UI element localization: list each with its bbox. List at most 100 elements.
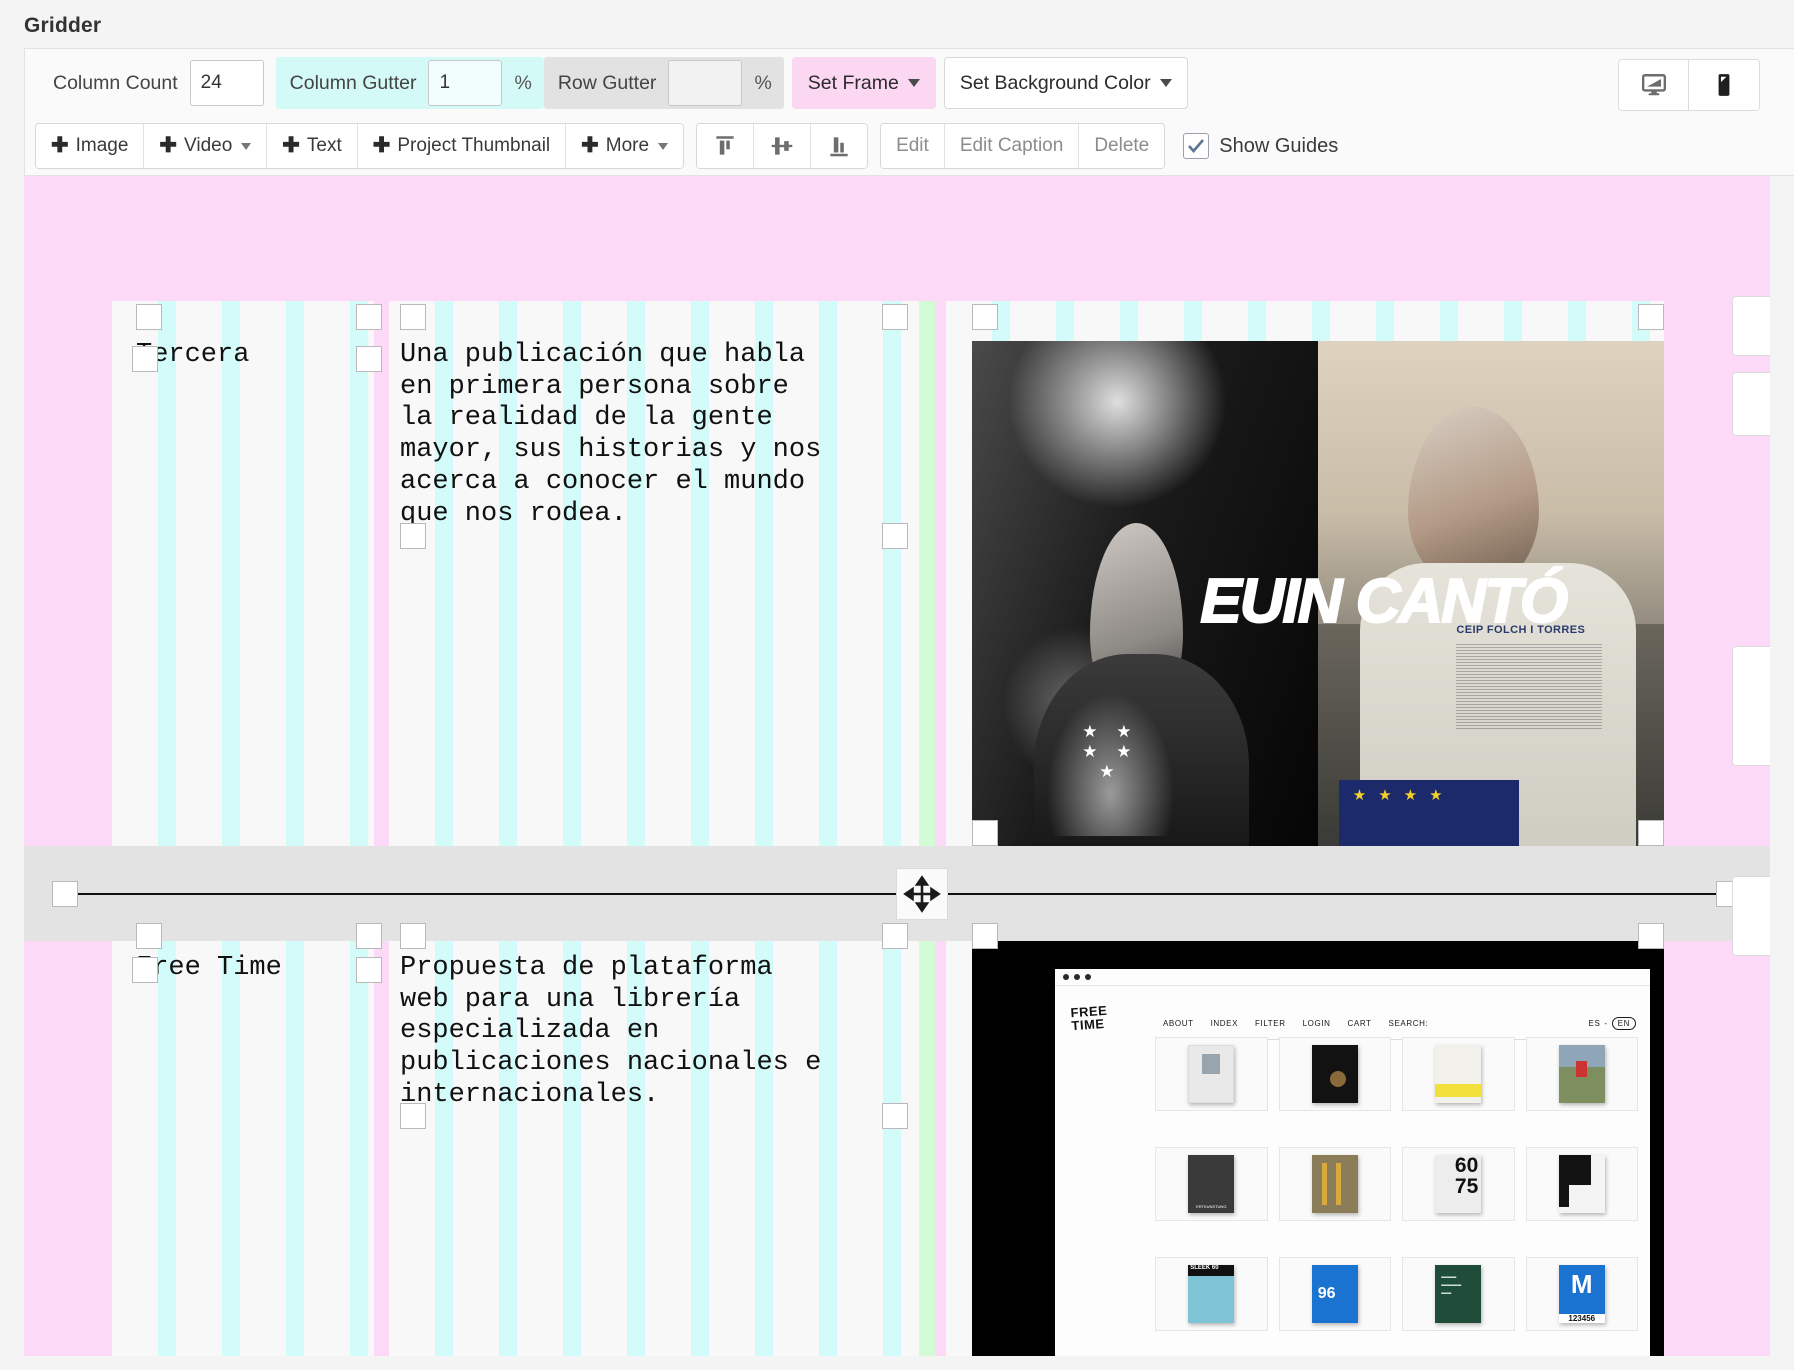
toolbar-row-settings: Column Count Column Gutter % Row Gutter … <box>25 49 1794 117</box>
resize-handle-tr[interactable] <box>356 304 382 330</box>
grid-canvas[interactable]: Tercera Una publicación que habla en pri… <box>24 176 1770 1356</box>
eu-flag-stars-icon: ★★★★ <box>1339 780 1519 804</box>
canvas-row-1[interactable]: Tercera Una publicación que habla en pri… <box>24 176 1770 846</box>
book-cover: SLEEK 60 <box>1188 1265 1234 1323</box>
catalog-cell[interactable]: 96 <box>1279 1257 1392 1331</box>
set-background-color-button[interactable]: Set Background Color <box>944 57 1188 109</box>
catalog-cell[interactable]: ▬▬▬▬▬▬▬▬▬ <box>1402 1257 1515 1331</box>
show-guides-label: Show Guides <box>1219 135 1338 158</box>
resize-handle-tl[interactable] <box>136 923 162 949</box>
row2-body-text[interactable]: Propuesta de plataforma web para una lib… <box>400 953 912 1112</box>
row-gutter-unit: % <box>742 72 771 95</box>
resize-handle-tl[interactable] <box>136 304 162 330</box>
right-panel-stub-4[interactable] <box>1732 876 1770 956</box>
resize-handle-tl[interactable] <box>972 923 998 949</box>
right-panel-stub-2[interactable] <box>1732 372 1770 436</box>
catalog-cell[interactable]: 6075 <box>1402 1147 1515 1221</box>
eu-stars-icon: ★ ★★ ★★ <box>1048 695 1173 836</box>
nav-item-filter[interactable]: FILTER <box>1255 1019 1286 1028</box>
plus-icon: ✚ <box>159 135 177 156</box>
catalog-cell[interactable]: M123456 <box>1526 1257 1639 1331</box>
add-more-label: More <box>606 135 649 157</box>
align-bottom-button[interactable] <box>811 124 867 168</box>
resize-handle-br[interactable] <box>1638 820 1664 846</box>
resize-handle-br[interactable] <box>882 523 908 549</box>
resize-handle-tr[interactable] <box>1638 923 1664 949</box>
resize-handle-br[interactable] <box>356 346 382 372</box>
resize-handle-tl[interactable] <box>972 304 998 330</box>
row-resize-grip[interactable] <box>896 868 948 920</box>
catalog-cell[interactable] <box>1526 1147 1639 1221</box>
toolbar: Column Count Column Gutter % Row Gutter … <box>24 48 1794 176</box>
row1-title-text[interactable]: Tercera <box>136 340 386 372</box>
add-text-button[interactable]: ✚ Text <box>267 124 357 168</box>
row-gutter-label: Row Gutter <box>558 72 669 95</box>
resize-handle-bl[interactable] <box>400 1103 426 1129</box>
resize-handle-tr[interactable] <box>356 923 382 949</box>
canvas-row-2[interactable]: Free Time Propuesta de plataforma web pa… <box>24 941 1770 1356</box>
add-text-label: Text <box>307 135 342 157</box>
column-gutter-input[interactable] <box>428 60 502 106</box>
resize-handle-bl[interactable] <box>972 820 998 846</box>
add-project-thumbnail-button[interactable]: ✚ Project Thumbnail <box>358 124 566 168</box>
tshirt-print-lines <box>1456 644 1601 730</box>
plus-icon: ✚ <box>51 135 69 156</box>
nav-item-about[interactable]: ABOUT <box>1163 1019 1194 1028</box>
catalog-cell[interactable] <box>1402 1037 1515 1111</box>
portrait2-face <box>1408 407 1539 589</box>
resize-handle-bl[interactable] <box>400 523 426 549</box>
delete-button[interactable]: Delete <box>1079 124 1164 168</box>
resize-handle-br[interactable] <box>882 1103 908 1129</box>
resize-handle-tr[interactable] <box>882 923 908 949</box>
add-image-button[interactable]: ✚ Image <box>36 124 144 168</box>
row2-title-text[interactable]: Free Time <box>136 953 386 985</box>
mobile-view-button[interactable] <box>1689 60 1759 110</box>
lang-es[interactable]: ES <box>1589 1019 1601 1028</box>
right-panel-stub-1[interactable] <box>1732 296 1770 356</box>
freetime-logo-line2: TIME <box>1071 1017 1108 1033</box>
row-gutter-group: Row Gutter % <box>544 57 784 109</box>
add-video-button[interactable]: ✚ Video <box>144 124 267 168</box>
column-gutter-unit: % <box>502 72 531 95</box>
catalog-cell[interactable]: SLEEK 60 <box>1155 1257 1268 1331</box>
edit-caption-button[interactable]: Edit Caption <box>945 124 1080 168</box>
add-more-button[interactable]: ✚ More <box>566 124 683 168</box>
resize-handle-tr[interactable] <box>882 304 908 330</box>
window-dot-icon <box>1074 974 1080 980</box>
catalog-cell[interactable] <box>1526 1037 1639 1111</box>
resize-handle-br[interactable] <box>356 957 382 983</box>
lang-en[interactable]: EN <box>1612 1017 1636 1030</box>
align-middle-button[interactable] <box>754 124 811 168</box>
set-frame-button[interactable]: Set Frame <box>792 57 936 109</box>
show-guides-toggle[interactable]: Show Guides <box>1183 133 1338 159</box>
row1-media-image[interactable]: ★ ★★ ★★ CEIP FOLCH I TORRES ★★★★ EUIN CA… <box>972 341 1664 846</box>
resize-handle-tl[interactable] <box>400 304 426 330</box>
nav-item-index[interactable]: INDEX <box>1211 1019 1238 1028</box>
row-divider-handle-left[interactable] <box>52 881 78 907</box>
column-count-input[interactable] <box>190 60 264 106</box>
edit-button[interactable]: Edit <box>881 124 945 168</box>
catalog-cell[interactable] <box>1155 1037 1268 1111</box>
row1-title-block[interactable] <box>112 301 374 846</box>
nav-item-cart[interactable]: CART <box>1348 1019 1372 1028</box>
row2-title-block[interactable] <box>112 941 374 1356</box>
resize-handle-bl[interactable] <box>132 346 158 372</box>
align-top-button[interactable] <box>697 124 754 168</box>
resize-handle-tr[interactable] <box>1638 304 1664 330</box>
mobile-icon <box>1711 72 1737 98</box>
resize-handle-tl[interactable] <box>400 923 426 949</box>
show-guides-checkbox[interactable] <box>1183 133 1209 159</box>
resize-handle-bl[interactable] <box>132 957 158 983</box>
row-gutter-guide <box>919 301 935 846</box>
catalog-cell[interactable] <box>1279 1147 1392 1221</box>
row-gutter-input[interactable] <box>668 60 742 106</box>
desktop-view-button[interactable] <box>1619 60 1689 110</box>
row2-media-image[interactable]: FREE TIME ABOUT INDEX FILTER LOGIN CART … <box>972 941 1664 1356</box>
freetime-browser-mock: FREE TIME ABOUT INDEX FILTER LOGIN CART … <box>1055 969 1650 1356</box>
catalog-cell[interactable] <box>1279 1037 1392 1111</box>
right-panel-stub-3[interactable] <box>1732 646 1770 766</box>
nav-item-search[interactable]: SEARCH: <box>1389 1019 1429 1028</box>
nav-item-login[interactable]: LOGIN <box>1303 1019 1331 1028</box>
row1-body-text[interactable]: Una publicación que habla en primera per… <box>400 340 912 530</box>
catalog-cell[interactable]: ERTKUNSTUNG <box>1155 1147 1268 1221</box>
